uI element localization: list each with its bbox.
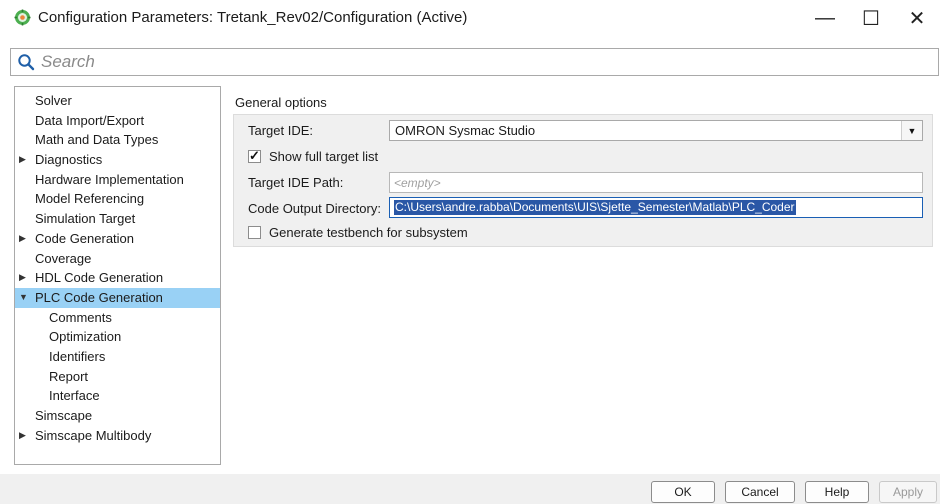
- tree-item-solver[interactable]: Solver: [15, 91, 220, 111]
- minimize-button[interactable]: —: [802, 0, 848, 36]
- tree-item-plc-code-generation[interactable]: ▼ PLC Code Generation: [15, 287, 220, 308]
- tree-item-label: Simscape Multibody: [35, 427, 152, 443]
- search-box[interactable]: [10, 48, 939, 76]
- category-tree[interactable]: Solver Data Import/Export Math and Data Ty…: [14, 86, 221, 465]
- matlab-settings-icon: [14, 9, 31, 26]
- target-ide-value: OMRON Sysmac Studio: [395, 123, 536, 138]
- tree-item-simulation-target[interactable]: Simulation Target: [15, 209, 220, 229]
- general-options-group: Target IDE: OMRON Sysmac Studio ▼ Show f…: [233, 114, 933, 247]
- title-bar: Configuration Parameters: Tretank_Rev02/…: [0, 0, 940, 36]
- code-output-directory-label: Code Output Directory:: [248, 201, 381, 216]
- tree-item-interface[interactable]: Interface: [15, 386, 220, 406]
- tree-item-label: Interface: [49, 388, 100, 404]
- ok-button[interactable]: OK: [651, 481, 715, 503]
- show-full-target-list-checkbox[interactable]: [248, 148, 261, 164]
- tree-item-simscape-multibody[interactable]: ▶ Simscape Multibody: [15, 426, 220, 446]
- generate-testbench-checkbox[interactable]: [248, 226, 261, 239]
- target-ide-path-input[interactable]: [389, 172, 923, 193]
- tree-item-label: Math and Data Types: [35, 132, 159, 148]
- tree-item-label: PLC Code Generation: [35, 289, 163, 305]
- tree-item-data-import-export[interactable]: Data Import/Export: [15, 111, 220, 131]
- tree-item-hardware-implementation[interactable]: Hardware Implementation: [15, 170, 220, 190]
- tree-item-label: Comments: [49, 309, 112, 325]
- target-ide-path-label: Target IDE Path:: [248, 175, 344, 190]
- tree-item-label: Solver: [35, 93, 72, 108]
- close-button[interactable]: ✕: [894, 0, 940, 36]
- tree-item-simscape[interactable]: Simscape: [15, 406, 220, 426]
- tree-item-label: Simulation Target: [35, 211, 136, 227]
- show-full-target-list-label: Show full target list: [269, 149, 379, 164]
- collapsed-arrow-icon[interactable]: ▶: [19, 150, 26, 170]
- search-input[interactable]: [41, 51, 921, 73]
- tree-item-model-referencing[interactable]: Model Referencing: [15, 189, 220, 209]
- apply-button[interactable]: Apply: [879, 481, 937, 503]
- code-output-directory-input[interactable]: C:\Users\andre.rabba\Documents\UIS\Sjett…: [389, 197, 923, 218]
- tree-item-optimization[interactable]: Optimization: [15, 327, 220, 347]
- chevron-down-icon[interactable]: ▼: [901, 121, 922, 140]
- tree-item-label: Model Referencing: [35, 191, 145, 207]
- cancel-button[interactable]: Cancel: [725, 481, 795, 503]
- maximize-button[interactable]: ☐: [848, 0, 894, 36]
- tree-item-label: Hardware Implementation: [35, 171, 184, 187]
- tree-item-diagnostics[interactable]: ▶ Diagnostics: [15, 150, 220, 170]
- collapsed-arrow-icon[interactable]: ▶: [19, 268, 26, 288]
- tree-item-comments[interactable]: Comments: [15, 308, 220, 328]
- tree-item-label: Data Import/Export: [35, 112, 145, 128]
- tree-item-coverage[interactable]: Coverage: [15, 249, 220, 269]
- tree-item-label: Diagnostics: [35, 152, 103, 168]
- tree-item-label: Coverage: [35, 250, 92, 266]
- tree-item-math-and-data-types[interactable]: Math and Data Types: [15, 130, 220, 150]
- generate-testbench-label: Generate testbench for subsystem: [269, 225, 468, 240]
- tree-item-code-generation[interactable]: ▶ Code Generation: [15, 229, 220, 249]
- button-bar: [0, 474, 940, 504]
- tree-item-identifiers[interactable]: Identifiers: [15, 347, 220, 367]
- tree-item-label: HDL Code Generation: [35, 270, 164, 286]
- tree-item-label: Code Generation: [35, 230, 135, 246]
- collapsed-arrow-icon[interactable]: ▶: [19, 229, 26, 249]
- target-ide-label: Target IDE:: [248, 123, 314, 138]
- tree-item-label: Optimization: [49, 329, 122, 345]
- tree-item-report[interactable]: Report: [15, 367, 220, 387]
- window-title: Configuration Parameters: Tretank_Rev02/…: [38, 9, 468, 26]
- tree-item-label: Identifiers: [49, 348, 106, 364]
- collapsed-arrow-icon[interactable]: ▶: [19, 426, 26, 446]
- tree-item-label: Simscape: [35, 408, 93, 423]
- code-output-directory-value: C:\Users\andre.rabba\Documents\UIS\Sjett…: [394, 200, 796, 215]
- expanded-arrow-icon[interactable]: ▼: [19, 288, 28, 308]
- section-title: General options: [235, 95, 327, 110]
- tree-item-hdl-code-generation[interactable]: ▶ HDL Code Generation: [15, 268, 220, 288]
- help-button[interactable]: Help: [805, 481, 869, 503]
- search-icon: [18, 54, 35, 71]
- tree-item-label: Report: [49, 368, 89, 384]
- target-ide-dropdown[interactable]: OMRON Sysmac Studio ▼: [389, 120, 923, 141]
